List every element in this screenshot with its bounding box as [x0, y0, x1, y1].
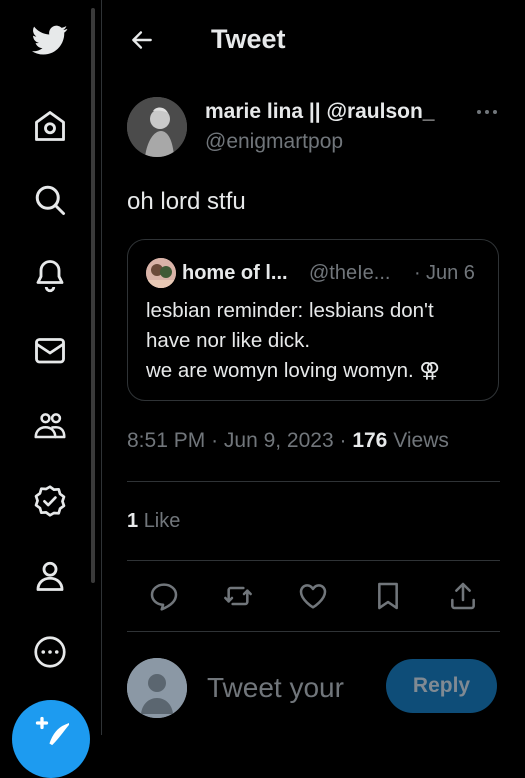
bookmark-icon: [378, 582, 398, 610]
heart-icon: [299, 584, 327, 609]
likes-count: 1: [127, 510, 139, 532]
back-arrow-icon: [132, 31, 152, 49]
retweet-icon: [224, 586, 252, 606]
page-title: Tweet: [211, 24, 286, 54]
bookmark-action-button[interactable]: [370, 578, 406, 614]
profile-icon[interactable]: [28, 554, 72, 598]
home-icon[interactable]: [28, 104, 72, 148]
compose-icon: [35, 716, 69, 746]
bell-icon[interactable]: [28, 253, 72, 297]
twitter-logo-icon[interactable]: [28, 18, 72, 62]
author-avatar[interactable]: [127, 97, 187, 157]
like-action-button[interactable]: [295, 578, 331, 614]
tweet-time[interactable]: 8:51 PM: [127, 429, 205, 452]
quoted-author-name[interactable]: home of l...: [182, 262, 288, 285]
back-button[interactable]: [126, 24, 158, 56]
current-user-avatar[interactable]: [127, 658, 187, 718]
quoted-tweet-text: lesbian reminder: lesbians don't have no…: [146, 296, 491, 386]
author-name[interactable]: marie lina || @raulson_: [205, 100, 434, 124]
quoted-text-line: have nor like dick.: [146, 329, 311, 352]
quoted-tweet[interactable]: home of l... @theIe... · Jun 6 lesbian r…: [127, 239, 499, 401]
reply-action-button[interactable]: [146, 578, 182, 614]
share-action-button[interactable]: [445, 578, 481, 614]
share-icon: [451, 582, 475, 610]
reply-input[interactable]: [207, 668, 377, 708]
retweet-action-button[interactable]: [220, 578, 256, 614]
sidebar-scrollbar[interactable]: [91, 8, 95, 583]
mail-icon[interactable]: [28, 328, 72, 372]
quoted-text-line: lesbian reminder: lesbians don't: [146, 299, 434, 322]
divider: [127, 560, 500, 561]
communities-icon[interactable]: [28, 403, 72, 447]
divider: [127, 481, 500, 482]
tweet-metadata: 8:51 PM · Jun 9, 2023 · 176 Views: [127, 429, 449, 453]
reply-icon: [150, 583, 178, 611]
reply-button[interactable]: Reply: [386, 659, 497, 713]
quoted-date[interactable]: Jun 6: [426, 262, 475, 285]
tweet-date[interactable]: Jun 9, 2023: [224, 429, 334, 452]
main-column: Tweet marie lina || @raulson_ @enigmartp…: [102, 0, 525, 735]
sidebar: [0, 0, 100, 778]
search-icon[interactable]: [28, 178, 72, 222]
views-label: Views: [393, 429, 449, 452]
separator-dot: ·: [339, 429, 353, 452]
quoted-author-avatar[interactable]: [146, 258, 176, 288]
likes-label: Like: [143, 510, 181, 532]
quoted-author-handle[interactable]: @theIe...: [309, 262, 390, 285]
views-count: 176: [352, 429, 388, 452]
separator-dot: ·: [414, 262, 421, 284]
divider: [127, 631, 500, 632]
more-circle-icon[interactable]: [28, 630, 72, 674]
compose-button[interactable]: [12, 700, 90, 778]
more-options-button[interactable]: [472, 100, 502, 124]
quoted-text-line: we are womyn loving womyn. ⚢: [146, 359, 441, 382]
separator-dot: ·: [211, 429, 224, 452]
tweet-text: oh lord stfu: [127, 188, 246, 215]
more-dots-icon: [477, 110, 497, 114]
verified-icon[interactable]: [28, 479, 72, 523]
author-handle[interactable]: @enigmartpop: [205, 130, 343, 154]
likes-stat[interactable]: 1 Like: [127, 510, 180, 533]
